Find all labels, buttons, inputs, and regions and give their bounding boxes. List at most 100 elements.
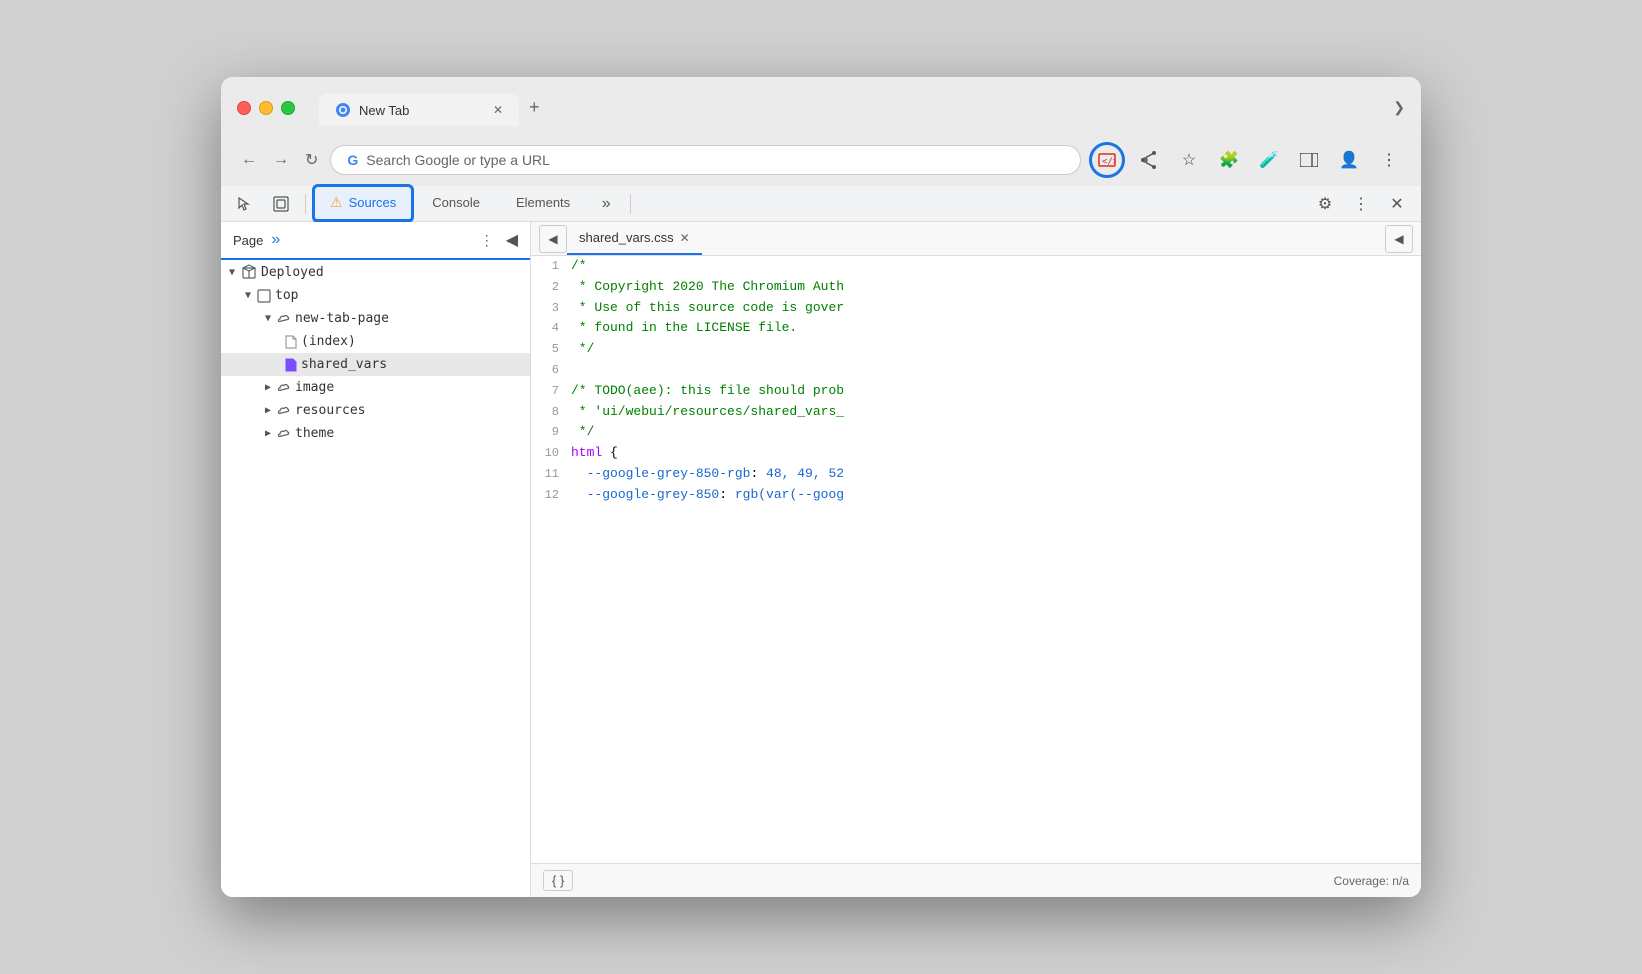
devtools-toolbar: ⚠ Sources Console Elements » ⚙ ⋮ ✕ — [221, 186, 1421, 222]
tree-label-resources: resources — [295, 403, 365, 418]
code-line-3: 3 * Use of this source code is gover — [531, 298, 1421, 319]
profile-button[interactable]: 👤 — [1333, 144, 1365, 176]
tab-close-button[interactable]: ✕ — [493, 103, 503, 117]
sources-warning-icon: ⚠ — [330, 194, 343, 211]
panel-more-tabs[interactable]: » — [271, 231, 280, 249]
panel-title: Page — [233, 233, 263, 248]
devtools-more-button[interactable]: ⋮ — [1345, 188, 1377, 220]
code-tab-filename: shared_vars.css — [579, 230, 674, 245]
tab-sources[interactable]: ⚠ Sources — [314, 186, 412, 221]
code-line-2: 2 * Copyright 2020 The Chromium Auth — [531, 277, 1421, 298]
more-tabs-button[interactable]: » — [590, 188, 622, 220]
tree-item-top[interactable]: ▼ top — [221, 284, 530, 307]
tab-elements-label: Elements — [516, 195, 570, 210]
code-footer: { } Coverage: n/a — [531, 863, 1421, 897]
tab-console-label: Console — [432, 195, 480, 210]
devtools-cursor-button[interactable] — [229, 188, 261, 220]
close-window-button[interactable] — [237, 101, 251, 115]
tree-item-resources[interactable]: ▶ resources — [221, 399, 530, 422]
browser-window: New Tab ✕ + ❯ ← → ↻ G Search Google or t… — [221, 77, 1421, 897]
file-icon-index — [285, 335, 297, 349]
tab-sources-label: Sources — [349, 195, 397, 210]
share-button[interactable] — [1133, 144, 1165, 176]
tree-label-deployed: Deployed — [261, 265, 324, 280]
tree-item-image[interactable]: ▶ image — [221, 376, 530, 399]
code-line-11: 11 --google-grey-850-rgb: 48, 49, 52 — [531, 464, 1421, 485]
refresh-button[interactable]: ↻ — [301, 146, 322, 174]
tree-item-shared-vars[interactable]: shared_vars — [221, 353, 530, 376]
tree-item-index[interactable]: (index) — [221, 330, 530, 353]
code-line-6: 6 — [531, 360, 1421, 381]
title-bar: New Tab ✕ + ❯ — [221, 77, 1421, 134]
chrome-icon — [335, 102, 351, 118]
tree-arrow-theme: ▶ — [265, 428, 271, 439]
extensions-button[interactable]: 🧩 — [1213, 144, 1245, 176]
traffic-lights — [237, 101, 295, 115]
cloud-icon-new-tab-page — [277, 312, 291, 326]
tab-title: New Tab — [359, 103, 409, 118]
devtools-settings-button[interactable]: ⚙ — [1309, 188, 1341, 220]
devtools-panel: ⚠ Sources Console Elements » ⚙ ⋮ ✕ Page … — [221, 186, 1421, 897]
package-icon — [241, 264, 257, 280]
devtools-svg-icon: </> — [1098, 151, 1116, 169]
code-tab-close-button[interactable]: ✕ — [680, 231, 690, 245]
devtools-separator — [305, 194, 306, 214]
tab-bar: New Tab ✕ + — [319, 89, 548, 126]
cloud-icon-image — [277, 381, 291, 395]
devtools-icon-button[interactable]: </> — [1089, 142, 1125, 178]
panel-header: Page » ⋮ ◀ — [221, 222, 530, 260]
back-button[interactable]: ← — [237, 147, 261, 173]
google-icon: G — [347, 152, 358, 168]
devtools-close-button[interactable]: ✕ — [1381, 188, 1413, 220]
tree-label-shared-vars: shared_vars — [301, 357, 387, 372]
tree-item-new-tab-page[interactable]: ▼ new-tab-page — [221, 307, 530, 330]
code-tab-shared-vars[interactable]: shared_vars.css ✕ — [567, 222, 702, 255]
code-line-8: 8 * 'ui/webui/resources/shared_vars_ — [531, 402, 1421, 423]
tree-item-theme[interactable]: ▶ theme — [221, 422, 530, 445]
url-bar[interactable]: G Search Google or type a URL — [330, 145, 1081, 175]
code-line-5: 5 */ — [531, 339, 1421, 360]
code-line-4: 4 * found in the LICENSE file. — [531, 318, 1421, 339]
panel-kebab[interactable]: ⋮ — [480, 232, 494, 249]
cloud-icon-theme — [277, 427, 291, 441]
tab-elements[interactable]: Elements — [500, 187, 586, 220]
code-tab-bar: ◀ shared_vars.css ✕ ◀ — [531, 222, 1421, 256]
tree-arrow-resources: ▶ — [265, 405, 271, 416]
flask-button[interactable]: 🧪 — [1253, 144, 1285, 176]
code-line-7: 7 /* TODO(aee): this file should prob — [531, 381, 1421, 402]
sidebar-button[interactable] — [1293, 144, 1325, 176]
code-line-10: 10 html { — [531, 443, 1421, 464]
tree-arrow-new-tab-page: ▼ — [265, 313, 271, 324]
bookmark-button[interactable]: ☆ — [1173, 144, 1205, 176]
browser-tab-new-tab[interactable]: New Tab ✕ — [319, 94, 519, 126]
devtools-inspect-button[interactable] — [265, 188, 297, 220]
url-bar-row: ← → ↻ G Search Google or type a URL </> … — [221, 134, 1421, 186]
minimize-window-button[interactable] — [259, 101, 273, 115]
tab-console[interactable]: Console — [416, 187, 496, 220]
panel-collapse[interactable]: ◀ — [506, 230, 518, 250]
code-content[interactable]: 1 /* 2 * Copyright 2020 The Chromium Aut… — [531, 256, 1421, 863]
code-line-1: 1 /* — [531, 256, 1421, 277]
format-button[interactable]: { } — [543, 870, 573, 891]
toggle-panel-button[interactable]: ◀ — [539, 225, 567, 253]
devtools-separator2 — [630, 194, 631, 214]
forward-button[interactable]: → — [269, 147, 293, 173]
file-icon-shared-vars — [285, 358, 297, 372]
frame-icon — [257, 289, 271, 303]
tree-arrow-deployed: ▼ — [229, 267, 235, 278]
maximize-window-button[interactable] — [281, 101, 295, 115]
code-line-12: 12 --google-grey-850: rgb(var(--goog — [531, 485, 1421, 506]
more-button[interactable]: ⋮ — [1373, 144, 1405, 176]
tree-arrow-image: ▶ — [265, 382, 271, 393]
tree-label-index: (index) — [301, 334, 356, 349]
file-tree-panel: Page » ⋮ ◀ ▼ Deployed — [221, 222, 531, 897]
tree-item-deployed[interactable]: ▼ Deployed — [221, 260, 530, 284]
collapse-code-button[interactable]: ◀ — [1385, 225, 1413, 253]
tab-list-chevron[interactable]: ❯ — [1393, 99, 1405, 116]
code-line-9: 9 */ — [531, 422, 1421, 443]
devtools-main: Page » ⋮ ◀ ▼ Deployed — [221, 222, 1421, 897]
url-placeholder: Search Google or type a URL — [366, 152, 550, 168]
tree-label-top: top — [275, 288, 298, 303]
new-tab-button[interactable]: + — [521, 89, 548, 126]
coverage-label: Coverage: n/a — [1334, 874, 1409, 888]
